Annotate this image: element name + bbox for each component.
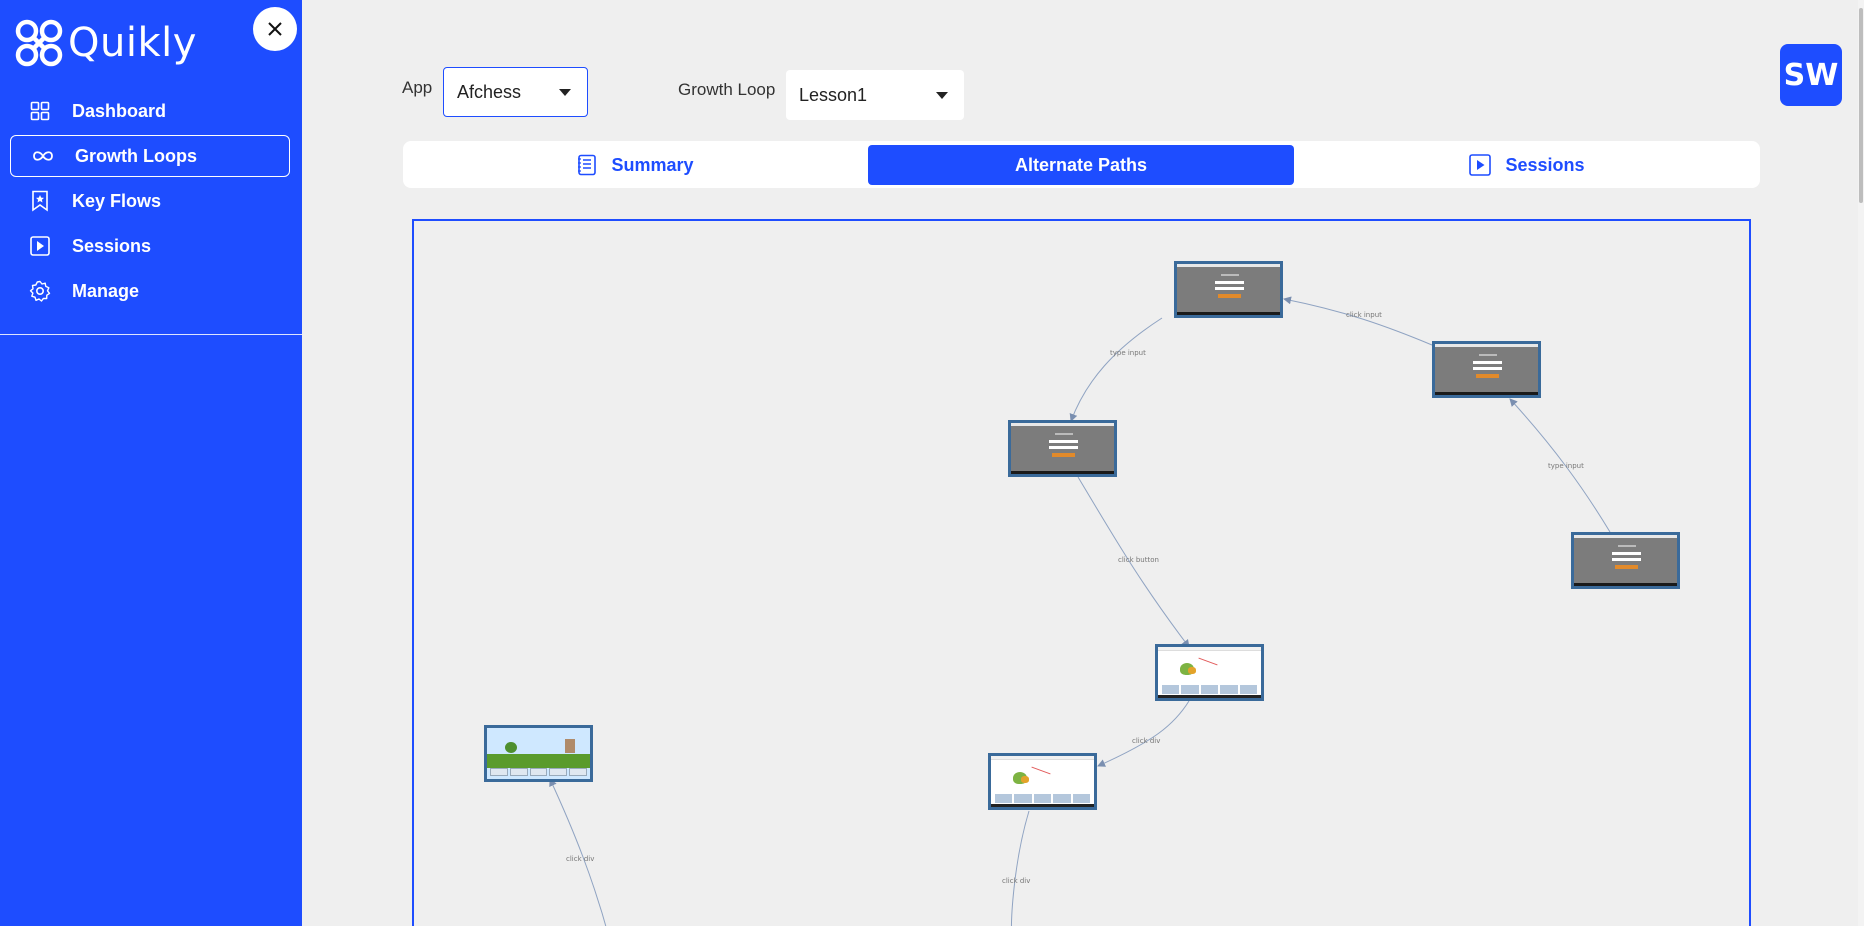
close-sidebar-button[interactable] [253, 7, 297, 51]
edge-label: click div [566, 855, 595, 863]
infinity-icon [31, 144, 55, 168]
graph-node-screen[interactable] [988, 753, 1097, 810]
tab-label: Sessions [1505, 154, 1585, 175]
sidebar-item-growth-loops[interactable]: Growth Loops [10, 135, 290, 177]
graph-node-screen[interactable] [1432, 341, 1541, 398]
app-label: App [402, 78, 433, 97]
sidebar-item-manage[interactable]: Manage [10, 270, 290, 312]
alternate-paths-graph[interactable]: type input click input type input click … [412, 219, 1751, 926]
chevron-down-icon [559, 89, 571, 96]
bookmark-icon [28, 189, 52, 213]
graph-node-screen[interactable] [1571, 532, 1680, 589]
screenshot-thumbnail [1158, 647, 1261, 698]
edge-label: click div [1132, 737, 1161, 745]
screenshot-thumbnail [1574, 535, 1677, 586]
screenshot-thumbnail [991, 756, 1094, 807]
screenshot-thumbnail [487, 728, 590, 779]
growth-loop-label: Growth Loop [678, 80, 776, 99]
graph-edge [1011, 810, 1030, 926]
graph-edge [1097, 700, 1190, 767]
graph-node-screen[interactable] [1155, 644, 1264, 701]
graph-node-screen[interactable] [1008, 420, 1117, 477]
logo-text: Quikly [68, 20, 197, 66]
graph-edge [549, 778, 607, 926]
user-avatar[interactable]: SW [1780, 44, 1842, 106]
sidebar-item-dashboard[interactable]: Dashboard [10, 90, 290, 132]
sidebar-item-label: Dashboard [72, 100, 167, 121]
app-select[interactable]: Afchess [443, 67, 588, 117]
tab-summary[interactable]: Summary [403, 145, 868, 185]
edge-label: type input [1110, 349, 1146, 357]
quikly-logo-icon [15, 19, 63, 67]
edge-label: click button [1118, 556, 1159, 564]
sidebar-item-label: Sessions [72, 235, 152, 256]
tab-label: Summary [611, 154, 694, 175]
grid-icon [28, 99, 52, 123]
sidebar-item-label: Manage [72, 280, 140, 301]
graph-edge [1069, 317, 1163, 422]
gear-icon [28, 279, 52, 303]
play-icon [28, 234, 52, 258]
edge-label: click input [1346, 311, 1382, 319]
close-icon [268, 22, 282, 36]
page-scrollbar-thumb[interactable] [1859, 8, 1863, 203]
graph-node-screen[interactable] [1174, 261, 1283, 318]
tab-alternate-paths[interactable]: Alternate Paths [868, 145, 1294, 185]
graph-node-screen[interactable] [484, 725, 593, 782]
sidebar-item-label: Growth Loops [75, 145, 197, 166]
chevron-down-icon [936, 92, 948, 99]
play-icon [1469, 154, 1492, 176]
tab-sessions[interactable]: Sessions [1294, 145, 1760, 185]
screenshot-thumbnail [1435, 344, 1538, 395]
growth-loop-select[interactable]: Lesson1 [786, 70, 964, 120]
sidebar-divider [0, 334, 302, 335]
graph-edges [549, 296, 1611, 926]
screenshot-thumbnail [1011, 423, 1114, 474]
sidebar-item-key-flows[interactable]: Key Flows [10, 180, 290, 222]
edge-label: type input [1548, 462, 1584, 470]
app-select-value: Afchess [457, 81, 522, 102]
growth-loop-select-value: Lesson1 [799, 84, 868, 105]
graph-edge [1283, 296, 1433, 346]
sidebar-item-sessions[interactable]: Sessions [10, 225, 290, 267]
document-icon [577, 154, 597, 176]
tab-label: Alternate Paths [1014, 154, 1148, 175]
sidebar: Quikly Dashboard Growth Loops Key Flows [0, 0, 302, 926]
screenshot-thumbnail [1177, 264, 1280, 315]
view-tabs: Summary Alternate Paths Sessions [403, 141, 1760, 188]
edge-label: click div [1002, 877, 1031, 885]
sidebar-item-label: Key Flows [72, 190, 162, 211]
logo: Quikly [14, 18, 197, 68]
